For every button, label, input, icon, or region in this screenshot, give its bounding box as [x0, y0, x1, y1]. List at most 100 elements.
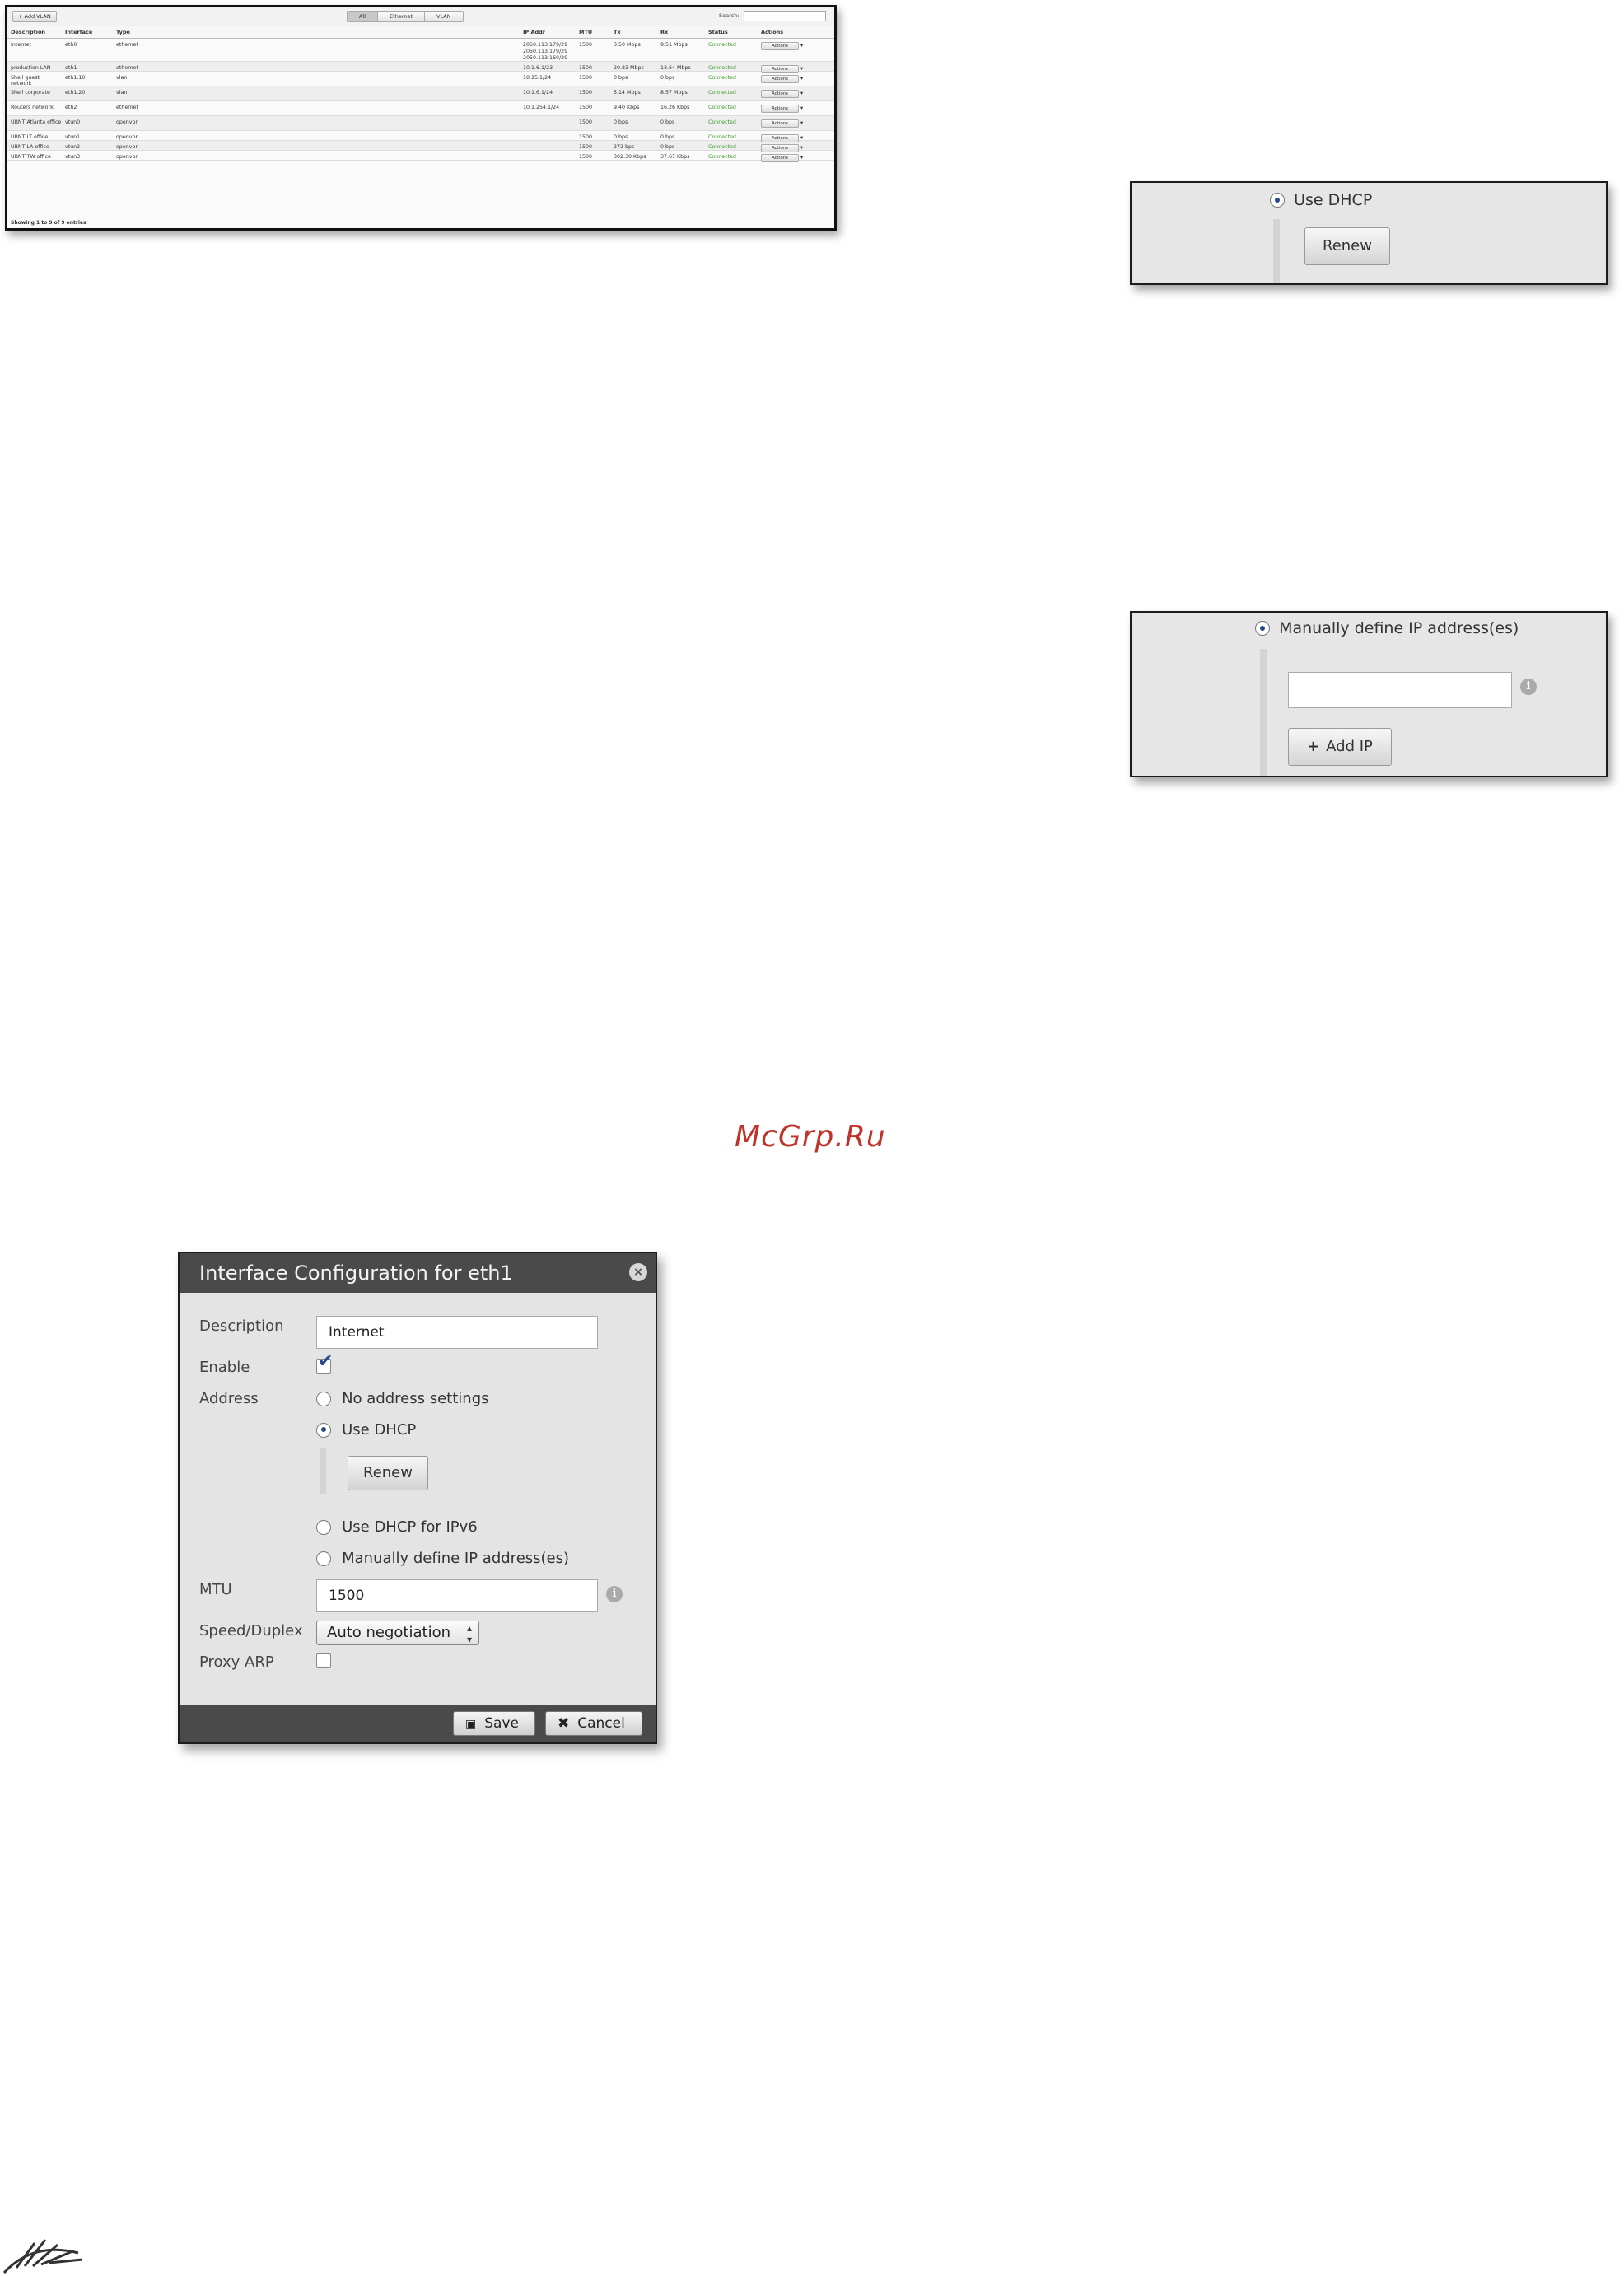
ip-address-input[interactable] — [1288, 672, 1512, 708]
description-label: Description — [199, 1318, 284, 1335]
info-icon: i — [1520, 679, 1537, 695]
indent-bar — [1260, 649, 1267, 776]
address-option-none[interactable]: No address settings — [316, 1390, 489, 1407]
table-row: Internet eth0 ethernet 2050.113.179/29 2050.… — [7, 39, 834, 62]
actions-button[interactable]: Actions — [761, 154, 799, 162]
search-input[interactable] — [744, 11, 826, 21]
address-radio-dhcp[interactable] — [316, 1422, 331, 1438]
cell-status: Connected — [708, 134, 736, 140]
cell-interface: eth2 — [65, 105, 77, 110]
cell-interface: vtun1 — [65, 134, 81, 140]
actions-button[interactable]: Actions — [761, 65, 799, 73]
speed-duplex-select[interactable]: Auto negotiation ▴ ▾ — [316, 1621, 479, 1645]
add-ip-button[interactable]: + Add IP — [1288, 728, 1392, 766]
cell-type: vlan — [116, 75, 128, 81]
cell-interface: eth1 — [65, 65, 77, 71]
actions-button[interactable]: Actions — [761, 90, 799, 98]
cancel-button[interactable]: ✖ Cancel — [545, 1711, 642, 1736]
address-option-dhcpv6[interactable]: Use DHCP for IPv6 — [316, 1518, 478, 1536]
column-header-description[interactable]: Description — [7, 29, 62, 35]
ip-address: 10.15.1/24 — [523, 75, 552, 81]
cell-actions: Actions ▾ — [758, 75, 832, 83]
manual-ip-label: Manually define IP address(es) — [1279, 619, 1519, 637]
info-icon: i — [606, 1586, 623, 1602]
actions-button[interactable]: Actions — [761, 144, 799, 152]
dropdown-arrow-icon: ▾ — [799, 66, 804, 72]
renew-button[interactable]: Renew — [348, 1456, 428, 1490]
cell-ip: 10.1.6.1/23 — [520, 65, 576, 72]
table-row: UBNT Atlanta office vtun0 openvpn 1500 0 bps… — [7, 116, 834, 131]
actions-button[interactable]: Actions — [761, 42, 799, 50]
address-option-manual[interactable]: Manually define IP address(es) — [316, 1550, 569, 1567]
dropdown-arrow-icon: ▾ — [799, 155, 804, 161]
dialog-title: Interface Configuration for eth1 — [199, 1262, 513, 1285]
manual-ip-radio[interactable] — [1255, 621, 1270, 636]
use-dhcp-radio[interactable] — [1270, 193, 1285, 208]
search-label: Search: — [719, 12, 740, 19]
table-row: UBNT LA office vtun2 openvpn 1500 272 bps 0 b… — [7, 141, 834, 152]
cell-mtu: 1500 — [579, 105, 593, 110]
description-input[interactable]: Internet — [316, 1316, 598, 1349]
address-radio-manual[interactable] — [316, 1551, 331, 1566]
dropdown-arrow-icon: ▾ — [799, 76, 804, 82]
column-header-type[interactable]: Type — [113, 29, 520, 35]
cell-mtu: 1500 — [579, 75, 593, 81]
actions-button[interactable]: Actions — [761, 105, 799, 113]
cell-actions: Actions ▾ — [758, 42, 832, 50]
cell-mtu: 1500 — [579, 42, 593, 48]
save-button[interactable]: ▣ Save — [453, 1711, 535, 1736]
ip-address: 10.1.6.1/23 — [523, 65, 553, 71]
speed-duplex-value: Auto negotiation — [327, 1624, 451, 1641]
ubiquiti-logo — [2, 2239, 83, 2274]
actions-button[interactable]: Actions — [761, 134, 799, 142]
column-header-rx[interactable]: Rx — [657, 29, 705, 35]
enable-checkbox[interactable]: ✔ — [316, 1353, 333, 1374]
cell-status: Connected — [708, 75, 736, 81]
save-label: Save — [484, 1715, 519, 1732]
manual-ip-option[interactable]: Manually define IP address(es) — [1255, 619, 1519, 637]
close-icon[interactable]: × — [629, 1263, 647, 1281]
cell-type: ethernet — [116, 105, 139, 110]
dropdown-arrow-icon: ▾ — [799, 43, 804, 49]
cell-rx: 0 bps — [660, 75, 675, 81]
mtu-label: MTU — [199, 1581, 232, 1598]
dialog-titlebar: Interface Configuration for eth1 × — [180, 1253, 656, 1293]
cell-description: Routers network — [11, 105, 54, 110]
cell-actions: Actions ▾ — [758, 154, 832, 162]
cell-actions: Actions ▾ — [758, 65, 832, 73]
filter-vlan-button[interactable]: VLAN — [425, 12, 463, 21]
cell-mtu: 1500 — [579, 90, 593, 96]
filter-all-button[interactable]: All — [348, 12, 379, 21]
address-label: Address — [199, 1390, 259, 1407]
add-vlan-button[interactable]: + Add VLAN — [12, 11, 57, 22]
address-option-label: Use DHCP for IPv6 — [342, 1518, 478, 1536]
cell-description: UBNT Atlanta office — [11, 119, 62, 125]
cell-tx: 20.83 Mbps — [614, 65, 644, 71]
cell-actions: Actions ▾ — [758, 144, 832, 152]
watermark: McGrp.Ru — [735, 1120, 886, 1154]
cell-tx: 0 bps — [614, 75, 628, 81]
column-header-tx[interactable]: Tx — [610, 29, 657, 35]
address-radio-dhcpv6[interactable] — [316, 1519, 331, 1535]
address-radio-none[interactable] — [316, 1391, 331, 1406]
column-header-status[interactable]: Status — [705, 29, 758, 35]
cell-actions: Actions ▾ — [758, 134, 832, 142]
dhcp-panel: Use DHCP Renew — [1130, 181, 1608, 285]
column-header-interface[interactable]: Interface — [62, 29, 113, 35]
cell-status: Connected — [708, 42, 736, 48]
cell-rx: 16.26 Kbps — [660, 105, 690, 110]
ip-address: 2050.113.179/29 — [523, 42, 568, 48]
proxy-arp-checkbox[interactable] — [316, 1653, 331, 1668]
actions-button[interactable]: Actions — [761, 119, 799, 128]
filter-ethernet-button[interactable]: Ethernet — [378, 12, 426, 21]
cell-status: Connected — [708, 144, 736, 150]
dropdown-arrow-icon: ▾ — [799, 135, 804, 141]
column-header-mtu[interactable]: MTU — [576, 29, 610, 35]
column-header-ip[interactable]: IP Addr — [520, 29, 576, 35]
use-dhcp-option[interactable]: Use DHCP — [1270, 191, 1372, 209]
renew-button[interactable]: Renew — [1304, 227, 1390, 265]
address-option-dhcp[interactable]: Use DHCP — [316, 1421, 416, 1439]
actions-button[interactable]: Actions — [761, 75, 799, 83]
mtu-input[interactable]: 1500 — [316, 1579, 598, 1612]
cell-type: ethernet — [116, 42, 139, 48]
